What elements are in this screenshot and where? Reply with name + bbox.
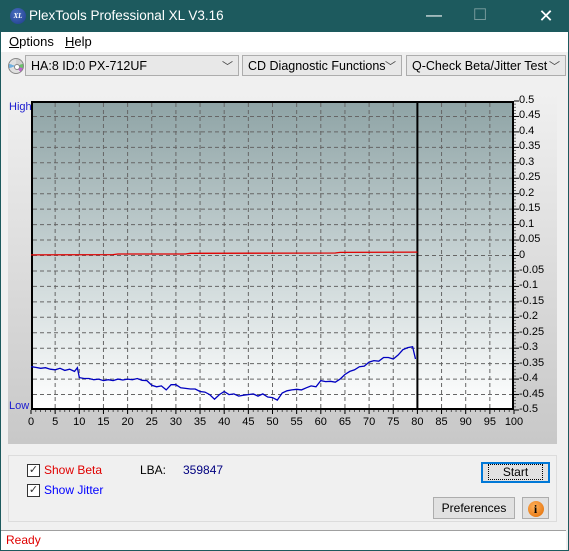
y-tick-label: 0.5 <box>519 94 535 106</box>
x-tick-label: 65 <box>338 416 352 428</box>
x-tick-label: 95 <box>483 416 496 428</box>
y-tick-label: -0.45 <box>519 387 545 400</box>
show-jitter-checkbox[interactable]: ✓ <box>27 484 40 497</box>
y-tick-label: -0.3 <box>519 341 538 354</box>
x-tick-label: 75 <box>387 416 400 428</box>
x-tick-label: 85 <box>435 416 448 428</box>
x-tick-label: 0 <box>27 416 35 428</box>
y-tick-label: 0.35 <box>519 140 541 153</box>
y-tick-label: -0.4 <box>519 372 538 385</box>
y-tick-label: 0.25 <box>519 171 541 184</box>
y-tick-label: -0.5 <box>519 403 538 415</box>
y-tick-label: -0.35 <box>519 356 545 369</box>
y-tick-label: 0.4 <box>519 124 535 137</box>
x-tick-label: 70 <box>362 416 376 428</box>
show-beta-checkbox[interactable]: ✓ <box>27 464 40 477</box>
preferences-button[interactable]: Preferences <box>433 497 515 519</box>
show-beta-label[interactable]: Show Beta <box>44 463 102 477</box>
show-jitter-label[interactable]: Show Jitter <box>44 483 103 497</box>
y-tick-label: 0.2 <box>519 186 535 199</box>
y-tick-label: 0.15 <box>519 202 541 215</box>
y-tick-label: 0.1 <box>519 217 535 230</box>
x-tick-label: 15 <box>97 416 110 428</box>
x-tick-label: 60 <box>314 416 327 428</box>
y-tick-label: -0.1 <box>519 279 538 292</box>
y-tick-label: -0.25 <box>519 325 545 338</box>
status-text: Ready <box>6 533 41 547</box>
start-button[interactable]: Start <box>481 462 550 483</box>
x-tick-label: 35 <box>193 416 207 428</box>
status-bar: Ready <box>1 530 566 550</box>
lba-value: 359847 <box>183 463 224 477</box>
x-tick-label: 45 <box>242 416 255 428</box>
y-tick-label: 0 <box>519 248 526 261</box>
y-tick-label: 0.05 <box>519 233 541 246</box>
lba-label: LBA: <box>140 463 167 477</box>
x-tick-label: 90 <box>459 416 472 428</box>
info-icon: i <box>527 501 544 517</box>
y-tick-label: -0.15 <box>519 294 545 307</box>
start-button-label: Start <box>487 464 544 480</box>
y-tick-label: -0.2 <box>519 310 538 323</box>
series-line-jitter <box>30 345 417 401</box>
x-tick-label: 20 <box>121 416 134 428</box>
x-tick-label: 30 <box>169 416 183 428</box>
x-tick-label: 10 <box>73 416 86 428</box>
x-tick-label: 5 <box>52 416 59 428</box>
x-tick-label: 40 <box>218 416 231 428</box>
x-tick-label: 55 <box>290 416 303 428</box>
x-tick-label: 100 <box>504 416 524 428</box>
x-tick-label: 50 <box>266 416 279 428</box>
y-tick-label: 0.3 <box>519 155 535 168</box>
info-button[interactable]: i <box>522 497 549 519</box>
x-tick-label: 25 <box>145 416 158 428</box>
y-tick-label: -0.05 <box>519 263 545 276</box>
x-tick-label: 80 <box>411 416 424 428</box>
y-tick-label: 0.45 <box>519 109 541 122</box>
